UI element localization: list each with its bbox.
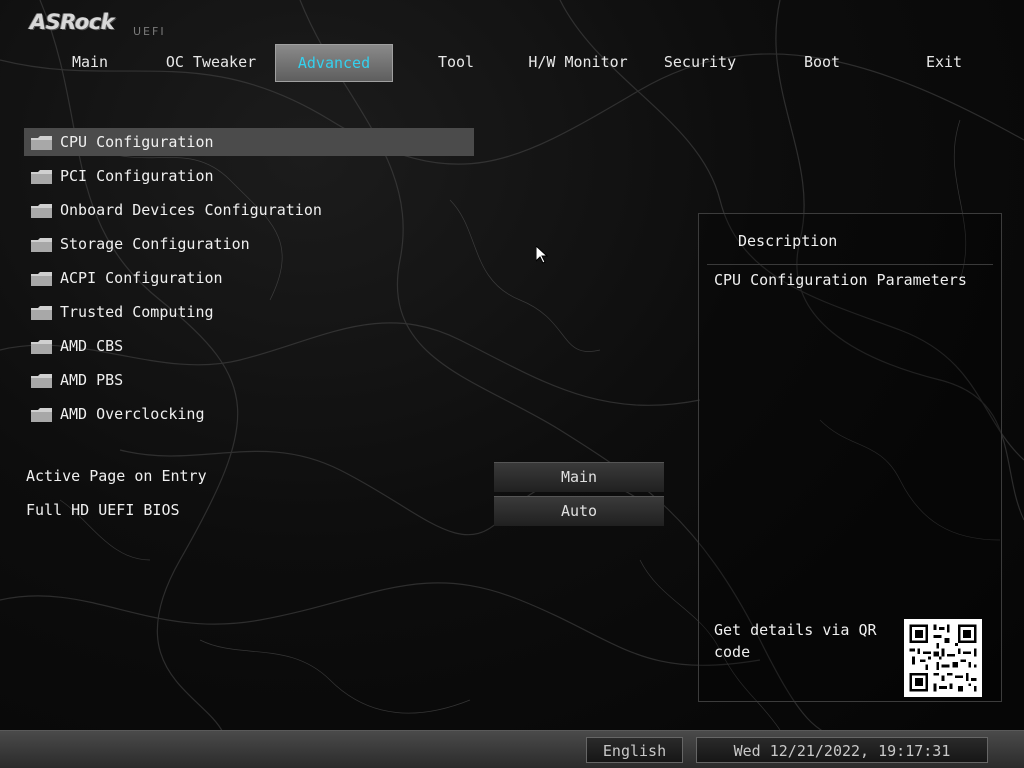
setting-label: Active Page on Entry bbox=[26, 467, 207, 485]
folder-icon bbox=[31, 170, 52, 184]
tab-hw-monitor[interactable]: H/W Monitor bbox=[519, 44, 637, 82]
setting-active-page-on-entry: Active Page on Entry Main bbox=[24, 462, 674, 492]
tab-main[interactable]: Main bbox=[31, 44, 149, 82]
menu-item-label: Storage Configuration bbox=[60, 235, 250, 253]
description-panel: Description CPU Configuration Parameters… bbox=[698, 213, 1002, 702]
bottom-status-bar: English Wed 12/21/2022, 19:17:31 bbox=[0, 730, 1024, 768]
tab-tool[interactable]: Tool bbox=[397, 44, 515, 82]
folder-icon bbox=[31, 306, 52, 320]
menu-item-amd-cbs[interactable]: AMD CBS bbox=[24, 332, 474, 360]
menu-item-label: ACPI Configuration bbox=[60, 269, 223, 287]
menu-item-label: AMD CBS bbox=[60, 337, 124, 355]
top-tab-bar: Main OC Tweaker Advanced Tool H/W Monito… bbox=[0, 44, 1024, 82]
tab-exit[interactable]: Exit bbox=[885, 44, 1003, 82]
tab-boot[interactable]: Boot bbox=[763, 44, 881, 82]
active-page-dropdown[interactable]: Main bbox=[494, 462, 664, 492]
language-button[interactable]: English bbox=[586, 737, 683, 763]
menu-item-acpi-configuration[interactable]: ACPI Configuration bbox=[24, 264, 474, 292]
folder-icon bbox=[31, 204, 52, 218]
menu-item-cpu-configuration[interactable]: CPU Configuration bbox=[24, 128, 474, 156]
advanced-menu-list: CPU Configuration PCI Configuration Onbo… bbox=[24, 128, 474, 434]
menu-item-label: AMD PBS bbox=[60, 371, 124, 389]
full-hd-uefi-dropdown[interactable]: Auto bbox=[494, 496, 664, 526]
setting-full-hd-uefi-bios: Full HD UEFI BIOS Auto bbox=[24, 496, 674, 526]
folder-icon bbox=[31, 408, 52, 422]
folder-icon bbox=[31, 374, 52, 388]
folder-icon bbox=[31, 136, 52, 150]
menu-item-onboard-devices-configuration[interactable]: Onboard Devices Configuration bbox=[24, 196, 474, 224]
menu-item-label: Trusted Computing bbox=[60, 303, 214, 321]
menu-item-label: AMD Overclocking bbox=[60, 405, 205, 423]
tab-oc-tweaker[interactable]: OC Tweaker bbox=[152, 44, 270, 82]
menu-item-trusted-computing[interactable]: Trusted Computing bbox=[24, 298, 474, 326]
menu-item-label: PCI Configuration bbox=[60, 167, 214, 185]
date-time-display: Wed 12/21/2022, 19:17:31 bbox=[696, 737, 988, 763]
menu-item-pci-configuration[interactable]: PCI Configuration bbox=[24, 162, 474, 190]
qr-hint-text: Get details via QR code bbox=[714, 621, 877, 661]
folder-icon bbox=[31, 238, 52, 252]
divider bbox=[707, 264, 993, 265]
folder-icon bbox=[31, 340, 52, 354]
logo-uefi: UEFI bbox=[133, 25, 166, 38]
bios-screen: ASRock UEFI Main OC Tweaker Advanced Too… bbox=[0, 0, 1024, 768]
tab-security[interactable]: Security bbox=[641, 44, 759, 82]
menu-item-label: Onboard Devices Configuration bbox=[60, 201, 322, 219]
qr-code-icon bbox=[904, 619, 982, 697]
tab-advanced[interactable]: Advanced bbox=[275, 44, 393, 82]
description-title: Description bbox=[738, 232, 838, 250]
menu-item-label: CPU Configuration bbox=[60, 133, 214, 151]
menu-item-amd-pbs[interactable]: AMD PBS bbox=[24, 366, 474, 394]
menu-item-amd-overclocking[interactable]: AMD Overclocking bbox=[24, 400, 474, 428]
description-text: CPU Configuration Parameters bbox=[714, 271, 967, 289]
logo-brand: ASRock bbox=[30, 10, 115, 34]
folder-icon bbox=[31, 272, 52, 286]
setting-label: Full HD UEFI BIOS bbox=[26, 501, 180, 519]
mouse-cursor-icon bbox=[536, 246, 548, 264]
menu-item-storage-configuration[interactable]: Storage Configuration bbox=[24, 230, 474, 258]
